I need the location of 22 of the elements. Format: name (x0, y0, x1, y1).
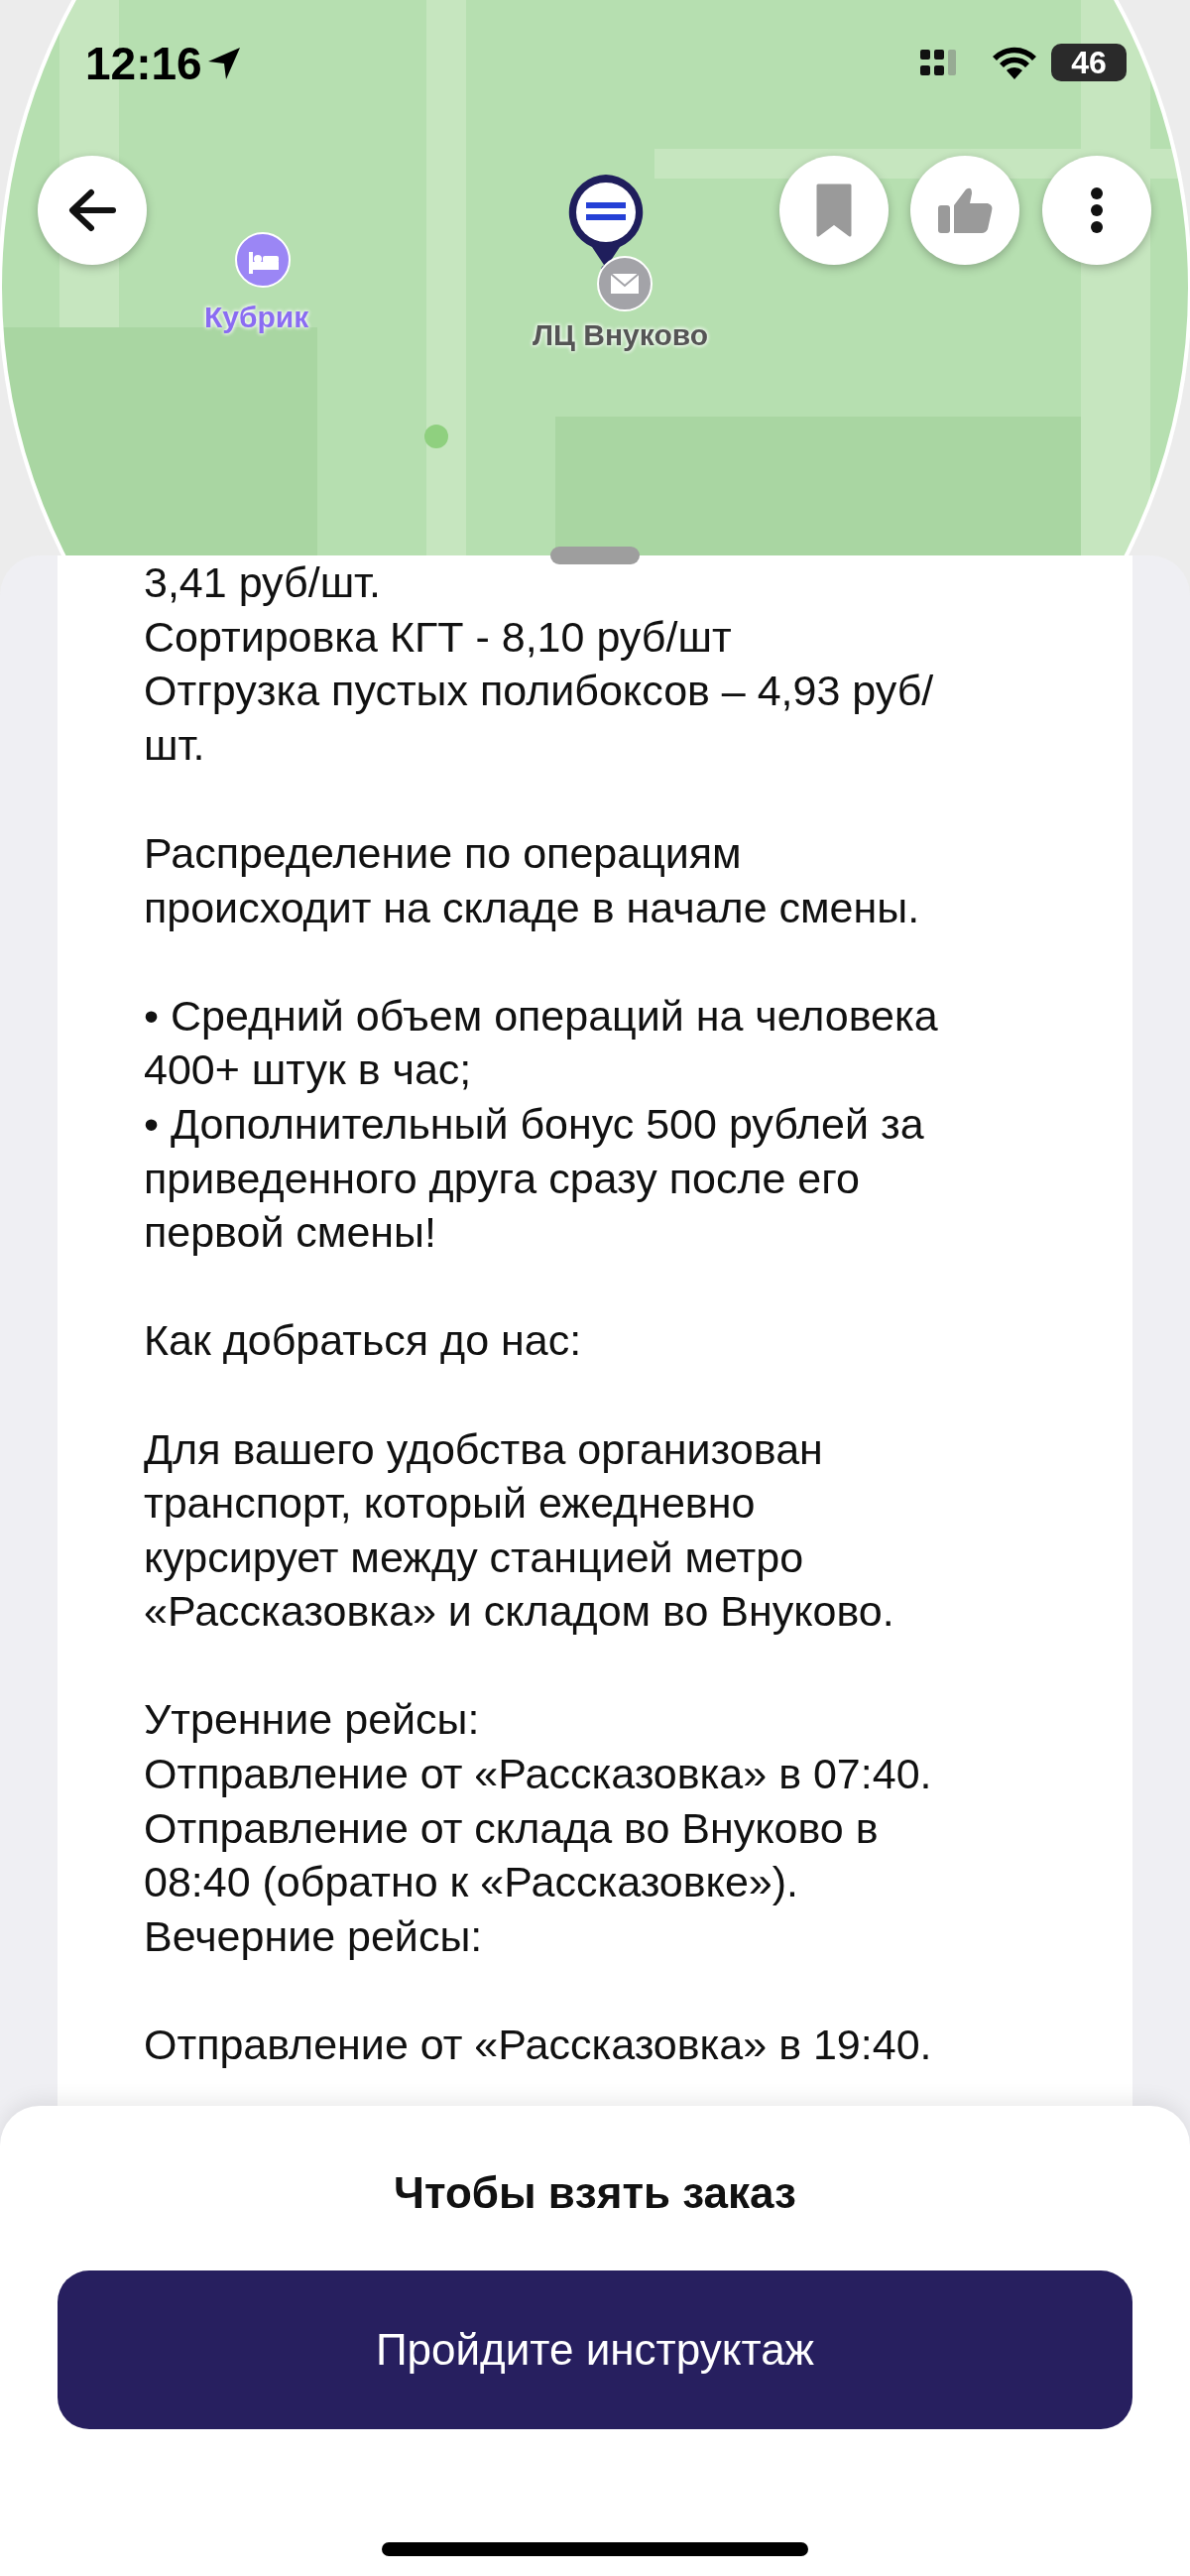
description-paragraph: Для вашего удобства организован транспорт, который ежедневно курсирует между станцией метро «Рассказовка» и складом во Внуково. (144, 1423, 895, 1638)
description-paragraph: Отправление от «Рассказовка» в 19:40. (144, 2020, 933, 2071)
bookmark-icon (814, 184, 854, 237)
location-arrow-icon (206, 46, 242, 81)
envelope-icon (597, 256, 653, 311)
description-paragraph: 3,41 руб/шт. Сортировка КГТ - 8,10 руб/шт Отгрузка пустых полибоксов – 4,93 руб/ шт. (144, 557, 935, 771)
map-pin-label[interactable]: ЛЦ Внуково (533, 317, 709, 353)
bed-icon (235, 232, 291, 288)
briefing-button[interactable]: Пройдите инструктаж (58, 2270, 1132, 2429)
battery-indicator: 46 (1051, 44, 1127, 81)
more-icon (1090, 186, 1104, 234)
wifi-icon (992, 46, 1037, 79)
map-pin-label[interactable]: Кубрик (204, 300, 309, 335)
status-time: 12:16 (85, 37, 202, 91)
drag-handle[interactable] (550, 547, 640, 564)
arrow-left-icon (67, 188, 117, 232)
panel-title: Чтобы взять заказ (393, 2167, 797, 2219)
description-paragraph: Утренние рейсы: Отправление от «Рассказовка» в 07:40. Отправление от склада во Внуково в 08:40 (обратно к «Рассказовке»). Вечерние рейсы: (144, 1694, 933, 1962)
description-paragraph: Распределение по операциям происходит на складе в начале смены. (144, 827, 921, 933)
description-paragraph: • Средний объем операций на человека 400+ штук в час; • Дополнительный бонус 500 рублей за приведенного друга сразу после его первой смены! (144, 990, 939, 1259)
description-paragraph: Как добраться до нас: (144, 1315, 583, 1367)
thumbs-up-icon (936, 185, 994, 235)
